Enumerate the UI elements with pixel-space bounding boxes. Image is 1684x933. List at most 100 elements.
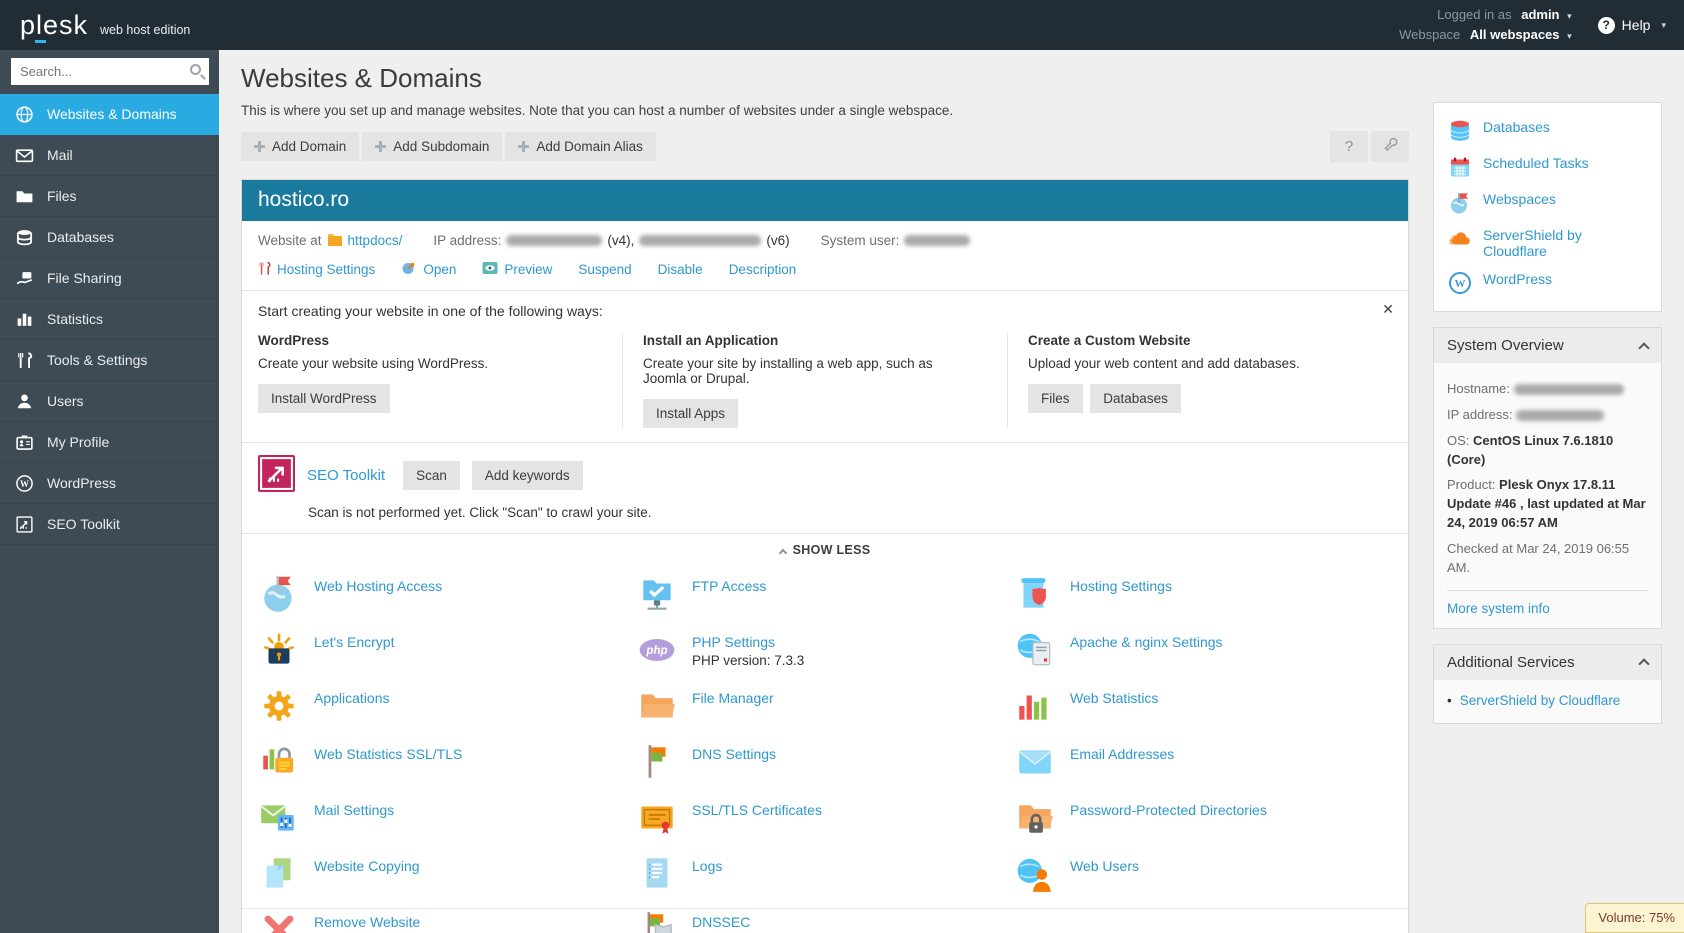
applications-icon (258, 685, 300, 727)
aside-link-wordpress[interactable]: W WordPress (1446, 265, 1649, 301)
hostname-label: Hostname: (1447, 381, 1510, 396)
feature-dnssec[interactable]: DNSSEC (636, 909, 1014, 933)
feature-file-manager[interactable]: File Manager (636, 685, 1014, 741)
add-domain-alias-button[interactable]: Add Domain Alias (505, 132, 656, 161)
add-domain-button[interactable]: Add Domain (241, 132, 360, 161)
wordpress-icon: W (1448, 271, 1472, 295)
product-label: Product: (1447, 477, 1496, 493)
suspend-action[interactable]: Suspend (578, 262, 631, 277)
disable-action[interactable]: Disable (658, 262, 703, 277)
feature-mail-settings[interactable]: Mail Settings (258, 797, 636, 853)
edition-label: web host edition (100, 22, 191, 37)
feature-logs[interactable]: Logs (636, 853, 1014, 909)
webspace-selector[interactable]: All webspaces (1470, 27, 1560, 42)
more-system-info-link[interactable]: More system info (1447, 601, 1550, 616)
promo-heading: Install an Application (643, 333, 779, 348)
feature-apache-nginx[interactable]: Apache & nginx Settings (1014, 629, 1392, 685)
redacted-system-user (904, 235, 971, 246)
sidebar-item-file-sharing[interactable]: File Sharing (0, 258, 219, 299)
plus-icon (518, 141, 530, 152)
mail-icon (15, 146, 34, 165)
additional-services-header[interactable]: Additional Services (1434, 644, 1661, 680)
aside-link-webspaces[interactable]: Webspaces (1446, 185, 1649, 221)
seo-toolkit-icon (258, 455, 295, 495)
feature-website-copying[interactable]: Website Copying (258, 853, 636, 909)
question-icon: ? (1344, 138, 1354, 155)
install-apps-button[interactable]: Install Apps (643, 399, 739, 428)
divider (1447, 589, 1648, 591)
sidebar-item-statistics[interactable]: Statistics (0, 299, 219, 340)
feature-web-statistics[interactable]: Web Statistics (1014, 685, 1392, 741)
feature-email-addresses[interactable]: Email Addresses (1014, 741, 1392, 797)
ipv4-suffix: (v4), (607, 233, 635, 248)
sidebar-item-seo-toolkit[interactable]: SEO Toolkit (0, 504, 219, 545)
feature-web-hosting-access[interactable]: Web Hosting Access (258, 573, 636, 629)
sidebar-item-wordpress[interactable]: W WordPress (0, 463, 219, 504)
feature-password-protected-directories[interactable]: Password-Protected Directories (1014, 797, 1392, 853)
sidebar-item-label: File Sharing (47, 270, 122, 286)
sidebar-item-tools-settings[interactable]: Tools & Settings (0, 340, 219, 381)
logged-in-row[interactable]: Logged in as admin ▾ (1399, 5, 1572, 25)
logs-icon (636, 853, 678, 895)
aside-link-databases[interactable]: Databases (1446, 113, 1649, 149)
help-label: Help (1621, 17, 1651, 33)
feature-web-statistics-ssl[interactable]: Web Statistics SSL/TLS (258, 741, 636, 797)
plus-icon (375, 141, 387, 152)
help-button[interactable]: ? (1330, 131, 1368, 162)
feature-hosting-settings[interactable]: Hosting Settings (1014, 573, 1392, 629)
seo-toolkit-link[interactable]: SEO Toolkit (307, 467, 385, 484)
redacted-ipv4 (506, 235, 603, 246)
sidebar-item-label: Databases (47, 229, 114, 245)
aside-link-servershield[interactable]: ServerShield by Cloudflare (1446, 221, 1649, 265)
scan-button[interactable]: Scan (403, 460, 460, 490)
feature-ftp-access[interactable]: FTP Access (636, 573, 1014, 629)
sidebar-item-label: SEO Toolkit (47, 516, 120, 532)
add-keywords-button[interactable]: Add keywords (471, 460, 583, 490)
search-input[interactable] (11, 58, 209, 85)
sidebar-item-users[interactable]: Users (0, 381, 219, 422)
promo-heading: WordPress (258, 333, 330, 348)
website-copying-icon (258, 853, 300, 895)
sidebar-item-files[interactable]: Files (0, 176, 219, 217)
files-button[interactable]: Files (1028, 384, 1083, 413)
toolbar: Add Domain Add Subdomain Add Domain Alia… (241, 131, 1409, 162)
preview-action[interactable]: Preview (482, 261, 552, 278)
add-subdomain-button[interactable]: Add Subdomain (362, 132, 503, 161)
customize-button[interactable] (1371, 131, 1409, 162)
sidebar-item-mail[interactable]: Mail (0, 135, 219, 176)
sidebar-item-databases[interactable]: Databases (0, 217, 219, 258)
logged-in-label: Logged in as (1437, 6, 1512, 22)
webspace-row[interactable]: Webspace All webspaces ▾ (1399, 25, 1572, 45)
help-menu[interactable]: ? Help ▾ (1597, 16, 1666, 34)
ip-address-label: IP address: (433, 233, 502, 248)
feature-applications[interactable]: Applications (258, 685, 636, 741)
feature-lets-encrypt[interactable]: Let's Encrypt (258, 629, 636, 685)
databases-button[interactable]: Databases (1090, 384, 1181, 413)
feature-php-settings[interactable]: php PHP Settings PHP version: 7.3.3 (636, 629, 1014, 685)
checked-at-text: Checked at Mar 24, 2019 06:55 AM. (1447, 540, 1630, 575)
close-icon[interactable]: ✕ (1382, 301, 1394, 318)
sidebar-item-my-profile[interactable]: My Profile (0, 422, 219, 463)
webspace-label: Webspace (1399, 27, 1461, 42)
show-less-toggle[interactable]: SHOW LESS (242, 533, 1408, 567)
install-wordpress-button[interactable]: Install WordPress (258, 384, 390, 413)
feature-remove-website[interactable]: Remove Website (258, 909, 636, 933)
system-overview-header[interactable]: System Overview (1434, 328, 1661, 363)
aside-link-scheduled-tasks[interactable]: Scheduled Tasks (1446, 149, 1649, 185)
current-user[interactable]: admin (1521, 7, 1559, 22)
seo-toolkit-icon (15, 515, 34, 534)
httpdocs-link[interactable]: httpdocs/ (348, 233, 403, 248)
promo-text: Create your website using WordPress. (258, 356, 489, 371)
chevron-up-icon (778, 548, 787, 558)
dnssec-icon (636, 909, 678, 933)
plus-icon (254, 141, 265, 152)
feature-dns-settings[interactable]: DNS Settings (636, 741, 1014, 797)
hosting-settings-action[interactable]: Hosting Settings (258, 261, 375, 279)
feature-ssl-certificates[interactable]: SSL/TLS Certificates (636, 797, 1014, 853)
feature-web-users[interactable]: Web Users (1014, 853, 1392, 909)
feature-grid: Web Hosting Access Let's Encrypt Applica… (242, 567, 1408, 933)
description-action[interactable]: Description (729, 262, 797, 277)
sidebar-item-websites-domains[interactable]: Websites & Domains (0, 94, 219, 135)
servershield-service-link[interactable]: ServerShield by Cloudflare (1460, 693, 1621, 708)
open-action[interactable]: Open (401, 260, 456, 279)
